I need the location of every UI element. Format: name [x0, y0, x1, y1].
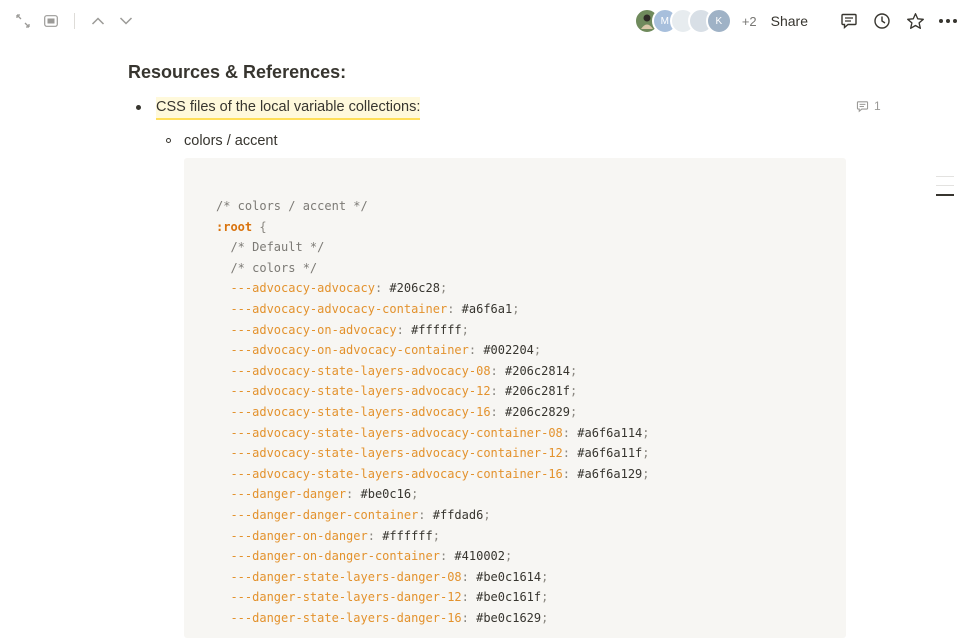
css-property: ---advocacy-advocacy [230, 281, 375, 296]
code-line: /* Default */ [216, 237, 650, 258]
css-value: #ffffff [411, 322, 462, 337]
css-value: #206c281f [505, 384, 571, 399]
css-value: #a6f6a129 [577, 466, 643, 481]
css-property: ---advocacy-on-advocacy [230, 322, 397, 337]
css-value: #ffdad6 [432, 507, 484, 522]
code-content: /* colors / accent */ :root { /* Default … [216, 196, 650, 628]
toc-line-active[interactable] [936, 194, 954, 196]
code-comment: /* Default */ [230, 240, 325, 255]
css-value: #be0c1629 [476, 610, 542, 625]
css-value: #be0c16 [360, 487, 412, 502]
star-icon[interactable] [905, 11, 925, 31]
code-line: ---advocacy-state-layers-advocacy-contai… [230, 466, 650, 481]
clock-history-icon[interactable] [872, 11, 892, 31]
css-property: ---advocacy-on-advocacy-container [230, 343, 469, 358]
sub-bullet-text[interactable]: colors / accent [184, 131, 278, 151]
toc-line[interactable] [936, 185, 954, 186]
css-property: ---advocacy-state-layers-advocacy-16 [230, 404, 491, 419]
css-property: ---danger-danger [230, 487, 347, 502]
css-property: ---danger-on-danger [230, 528, 368, 543]
code-comment: /* colors / accent */ [216, 199, 368, 213]
code-line: :root { [216, 217, 650, 238]
css-property: ---advocacy-state-layers-advocacy-12 [230, 384, 491, 399]
sidebar-toggle-icon[interactable] [42, 12, 60, 30]
code-comment: /* colors */ [230, 260, 318, 275]
code-line: ---advocacy-on-advocacy: #ffffff; [230, 322, 469, 337]
page-heading: Resources & References: [128, 62, 347, 82]
code-line: ---advocacy-state-layers-advocacy-contai… [230, 425, 650, 440]
css-value: #410002 [454, 549, 505, 564]
css-property: ---danger-danger-container [230, 507, 419, 522]
css-value: #a6f6a11f [577, 446, 643, 461]
more-options-icon[interactable] [938, 11, 958, 31]
top-bar-left-controls [14, 12, 135, 30]
code-line: ---danger-state-layers-danger-08: #be0c1… [230, 569, 549, 584]
expand-arrows-icon[interactable] [14, 12, 32, 30]
code-line: ---advocacy-advocacy: #206c28; [230, 281, 448, 296]
code-line: ---danger-state-layers-danger-12: #be0c1… [230, 590, 549, 605]
comment-count-badge[interactable]: 1 [856, 99, 881, 113]
chevron-up-icon[interactable] [89, 12, 107, 30]
css-value: #a6f6a1 [461, 301, 513, 316]
toc-line[interactable] [936, 176, 954, 177]
top-bar: M K +2 Share [0, 0, 972, 44]
code-line: ---advocacy-state-layers-advocacy-contai… [230, 446, 650, 461]
code-line: ---advocacy-state-layers-advocacy-12: #2… [230, 384, 578, 399]
bullet-circle-icon [166, 138, 171, 143]
css-value: #be0c161f [476, 590, 542, 605]
css-value: #002204 [483, 343, 534, 358]
comment-icon[interactable] [839, 11, 859, 31]
avatar[interactable]: K [705, 8, 732, 34]
css-value: #206c2814 [505, 363, 571, 378]
code-line: /* colors / accent */ [216, 196, 650, 217]
css-value: #be0c1614 [476, 569, 542, 584]
code-line: ---danger-on-danger: #ffffff; [230, 528, 440, 543]
css-property: ---danger-on-danger-container [230, 549, 440, 564]
css-property: ---advocacy-state-layers-advocacy-contai… [230, 466, 563, 481]
css-value: #206c2829 [505, 404, 571, 419]
code-line: ---advocacy-state-layers-advocacy-08: #2… [230, 363, 578, 378]
css-value: #206c28 [389, 281, 440, 296]
comment-icon [856, 100, 869, 112]
code-line: ---advocacy-on-advocacy-container: #0022… [230, 343, 542, 358]
top-bar-right-controls: M K +2 Share [633, 8, 958, 34]
share-button[interactable]: Share [771, 13, 808, 29]
bullet-disc-icon [136, 105, 141, 110]
code-line: ---danger-danger: #be0c16; [230, 487, 419, 502]
table-of-contents-minimap[interactable] [936, 176, 954, 204]
comment-count: 1 [874, 99, 881, 113]
css-property: ---danger-state-layers-danger-08 [230, 569, 462, 584]
collaborator-avatars[interactable]: M K [633, 8, 732, 34]
extra-collaborators-count[interactable]: +2 [742, 14, 757, 29]
code-line: ---danger-on-danger-container: #410002; [230, 549, 513, 564]
code-line: /* colors */ [216, 258, 650, 279]
divider [74, 13, 75, 29]
css-property: ---danger-state-layers-danger-16 [230, 610, 462, 625]
css-property: ---advocacy-state-layers-advocacy-contai… [230, 425, 563, 440]
code-line: ---advocacy-state-layers-advocacy-16: #2… [230, 404, 578, 419]
css-value: #ffffff [382, 528, 433, 543]
code-block[interactable]: /* colors / accent */ :root { /* Default … [184, 158, 846, 638]
commented-text[interactable]: CSS files of the local variable collecti… [156, 97, 421, 120]
code-line: ---danger-danger-container: #ffdad6; [230, 507, 491, 522]
code-selector: :root [216, 219, 253, 234]
code-line: ---danger-state-layers-danger-16: #be0c1… [230, 610, 549, 625]
css-property: ---advocacy-state-layers-advocacy-contai… [230, 446, 563, 461]
css-property: ---danger-state-layers-danger-12 [230, 590, 462, 605]
css-property: ---advocacy-advocacy-container [230, 301, 448, 316]
css-property: ---advocacy-state-layers-advocacy-08 [230, 363, 491, 378]
list-item: CSS files of the local variable collecti… [136, 97, 896, 120]
code-line: ---advocacy-advocacy-container: #a6f6a1; [230, 301, 520, 316]
code-brace: { [252, 219, 267, 234]
css-value: #a6f6a114 [577, 425, 643, 440]
chevron-down-icon[interactable] [117, 12, 135, 30]
